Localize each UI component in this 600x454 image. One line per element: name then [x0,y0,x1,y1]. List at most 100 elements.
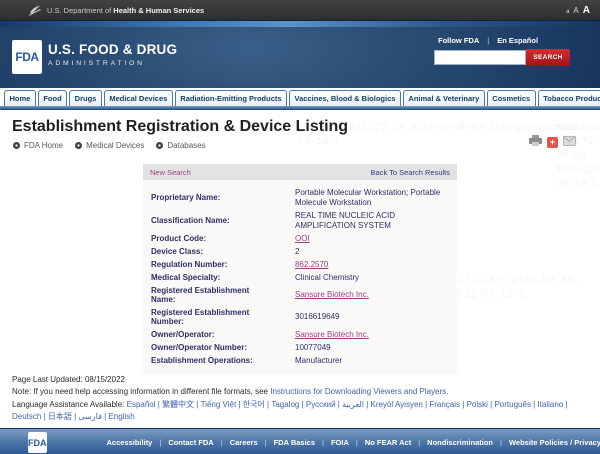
breadcrumb-label: Databases [167,141,205,150]
watermark-line: lingjingw [569,164,600,175]
language-link[interactable]: Español [127,400,156,409]
footer-link[interactable]: Nondiscrimination [427,438,493,447]
hhs-eagle-icon [28,4,41,17]
hhs-top-bar: U.S. Department of Health & Human Servic… [0,0,600,20]
footer-link[interactable]: Contact FDA [168,438,213,447]
language-link[interactable]: 日本語 [48,412,72,421]
nav-tab[interactable]: Vaccines, Blood & Biologics [289,90,401,106]
font-size-large-button[interactable]: A [583,5,590,16]
language-assistance: Language Assistance Available: Español |… [12,399,590,424]
language-link[interactable]: 繁體中文 [162,400,194,409]
detail-label: Owner/Operator Number: [151,343,269,353]
row-regulation-number: Regulation Number: 862.2570 [151,258,449,271]
language-link[interactable]: Français [429,400,460,409]
language-link[interactable]: English [108,412,134,421]
watermark-line: 2022-08-18 1 [556,164,600,189]
downloading-viewers-link[interactable]: Instructions for Downloading Viewers and… [270,387,446,396]
row-product-code: Product Code: OOI [151,232,449,245]
nav-tab[interactable]: Radiation-Emitting Products [175,90,287,106]
email-icon[interactable] [563,133,576,151]
language-link[interactable]: Русский [306,400,336,409]
footer-bar: FDA Accessibility | Contact FDA | Careers | FD… [0,428,600,454]
header-divider-strip [0,20,600,27]
product-code-link[interactable]: OOI [295,234,449,244]
header-link-divider: | [487,36,489,45]
print-icon[interactable] [529,133,542,151]
separator: | [356,438,358,447]
detail-label: Medical Specialty: [151,273,269,283]
language-link[interactable]: Italiano [537,400,563,409]
font-size-medium-button[interactable]: A [573,6,578,15]
language-link[interactable]: Português [494,400,530,409]
language-link[interactable]: 한국어 [243,400,265,409]
font-size-controls: a A A [566,5,590,16]
separator: | [265,438,267,447]
separator: | [221,438,223,447]
device-listing-box: New Search Back To Search Results Propri… [143,164,457,375]
footer-fda-logo[interactable]: FDA [28,432,47,453]
search-input[interactable] [434,50,526,65]
note-text: Note: If you need help accessing informa… [12,387,270,396]
establishment-name-link[interactable]: Sansure Biotech Inc. [295,290,449,300]
language-link[interactable]: Polski [467,400,488,409]
footer-link[interactable]: Accessibility [107,438,153,447]
breadcrumb-label: Medical Devices [86,141,144,150]
breadcrumb-databases[interactable]: Databases [156,141,205,150]
language-link[interactable]: العربية [342,400,364,409]
language-link[interactable]: Deutsch [12,412,41,421]
detail-value: 3016619649 [295,312,449,322]
separator: | [418,438,420,447]
detail-label: Classification Name: [151,216,269,226]
footer-link[interactable]: FOIA [331,438,349,447]
footer-links: Accessibility | Contact FDA | Careers | FDA Ba… [107,438,600,447]
owner-operator-link[interactable]: Sansure Biotech Inc. [295,330,449,340]
follow-fda-link[interactable]: Follow FDA [438,36,479,45]
detail-rows: Proprietary Name: Portable Molecular Wor… [143,180,457,375]
language-link[interactable]: Tagalog [271,400,299,409]
nav-tab[interactable]: Medical Devices [104,90,173,106]
nav-tab[interactable]: Animal & Veterinary [403,90,485,106]
fda-wordmark-line2: ADMINISTRATION [48,60,177,67]
bullet-icon [156,142,163,149]
row-owner-operator-number: Owner/Operator Number: 10077049 [151,341,449,354]
page-footer-notes: Page Last Updated: 08/15/2022 Note: If y… [12,374,590,424]
fda-wordmark-line1: U.S. FOOD & DRUG [48,42,177,57]
separator: | [563,400,567,409]
detail-value: Portable Molecular Workstation; Portable… [295,188,449,208]
detail-label: Proprietary Name: [151,193,269,203]
detail-label: Registered Establishment Number: [151,308,269,327]
search-button[interactable]: SEARCH [526,49,570,66]
hhs-title-bold: Health & Human Services [113,6,204,15]
nav-tab-row: HomeFoodDrugsMedical DevicesRadiation-Em… [0,88,600,106]
nav-tab[interactable]: Food [38,90,67,106]
share-icon[interactable]: + [547,137,558,148]
row-proprietary-name: Proprietary Name: Portable Molecular Wor… [151,186,449,209]
footer-link[interactable]: Careers [230,438,258,447]
language-link[interactable]: فارسی [78,412,102,421]
page-action-icons: + [529,133,576,151]
language-assistance-label: Language Assistance Available: [12,400,127,409]
detail-value: 2 [295,247,449,257]
breadcrumb-fda-home[interactable]: FDA Home [13,141,63,150]
footer-link[interactable]: Website Policies / Privacy [509,438,600,447]
nav-tab[interactable]: Cosmetics [487,90,536,106]
footer-link[interactable]: FDA Basics [274,438,315,447]
breadcrumb-medical-devices[interactable]: Medical Devices [75,141,144,150]
separator: | [159,438,161,447]
row-classification-name: Classification Name: REAL TIME NUCLEIC A… [151,209,449,232]
primary-nav: HomeFoodDrugsMedical DevicesRadiation-Em… [0,88,600,110]
regulation-number-link[interactable]: 862.2570 [295,260,449,270]
en-espanol-link[interactable]: En Español [497,36,538,45]
language-link[interactable]: Kreyòl Ayisyen [371,400,423,409]
page-title: Establishment Registration & Device List… [12,118,600,136]
nav-tab[interactable]: Home [4,90,36,106]
back-to-search-results-link[interactable]: Back To Search Results [371,168,450,177]
footer-link[interactable]: No FEAR Act [365,438,411,447]
language-link[interactable]: Tiếng Việt [201,400,237,409]
nav-tab[interactable]: Tobacco Products [538,90,600,106]
nav-tab[interactable]: Drugs [69,90,102,106]
new-search-link[interactable]: New Search [150,168,191,177]
font-size-small-button[interactable]: a [566,9,569,15]
main-content: zhucebu-211172.16.9.21c0-b8-83-11lingjin… [0,118,600,428]
fda-logo[interactable]: FDA [12,40,42,74]
